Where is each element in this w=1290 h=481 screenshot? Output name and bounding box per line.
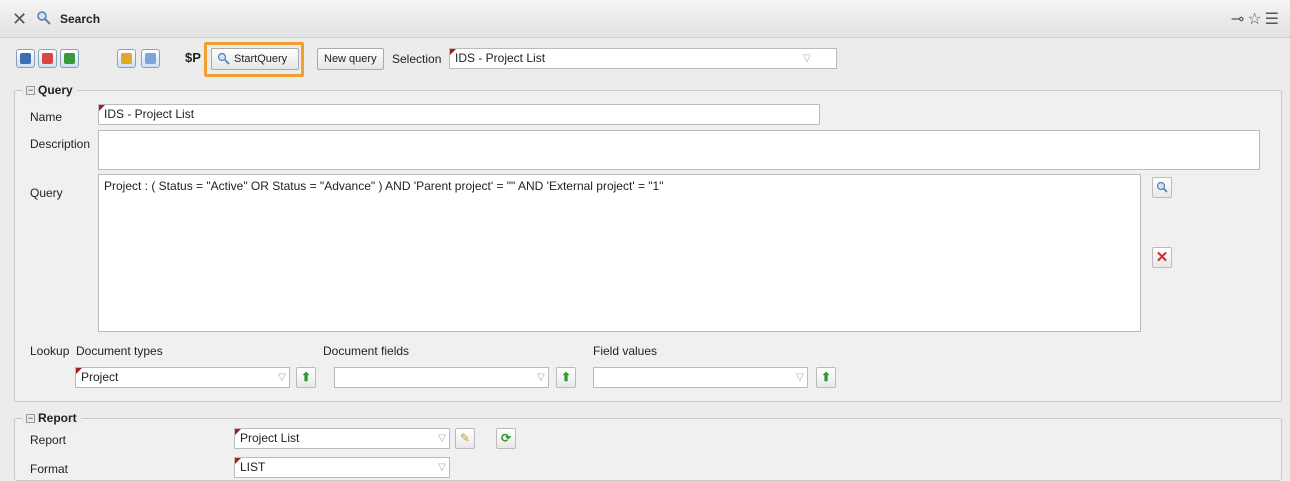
description-input[interactable] — [98, 130, 1260, 170]
report-value: Project List — [240, 431, 300, 445]
chevron-down-icon[interactable]: ▽ — [534, 368, 548, 387]
document-types-value: Project — [81, 370, 119, 384]
close-icon[interactable]: ✕ — [12, 9, 27, 30]
search-icon — [217, 52, 231, 73]
selection-dropdown[interactable]: IDS - Project List ▽ — [449, 48, 837, 69]
chevron-down-icon[interactable]: ▽ — [793, 368, 807, 387]
selection-label: Selection — [392, 52, 442, 66]
query-label: Query — [30, 186, 63, 200]
chevron-down-icon[interactable]: ▽ — [275, 368, 289, 387]
close-icon: ✕ — [1155, 249, 1169, 266]
delete-icon[interactable] — [38, 49, 57, 68]
chevron-down-icon[interactable]: ▽ — [435, 429, 449, 448]
arrow-up-icon: ⬆ — [820, 370, 832, 384]
document-fields-label: Document fields — [323, 344, 410, 358]
name-input[interactable]: IDS - Project List — [98, 104, 820, 125]
format-label: Format — [30, 462, 69, 476]
format-dropdown[interactable]: LIST ▽ — [234, 457, 450, 478]
pin-icon[interactable]: ⊸ — [1231, 11, 1247, 28]
lookup-label: Lookup — [30, 344, 70, 358]
name-label: Name — [30, 110, 63, 124]
query-legend[interactable]: − Query — [22, 83, 77, 97]
refresh-report-button[interactable]: ⟳ — [496, 428, 516, 449]
window-actions: ⊸☆☰ — [1231, 9, 1282, 29]
save-icon[interactable] — [16, 49, 35, 68]
document-types-dropdown[interactable]: Project ▽ — [75, 367, 290, 388]
report-label: Report — [30, 433, 67, 447]
description-label: Description — [30, 137, 91, 151]
document-types-label: Document types — [76, 344, 163, 358]
query-textarea[interactable]: Project : ( Status = "Active" OR Status … — [98, 174, 1141, 332]
chevron-down-icon[interactable]: ▽ — [800, 49, 814, 68]
arrow-up-icon: ⬆ — [560, 370, 572, 384]
document-fields-dropdown[interactable]: ▽ — [334, 367, 549, 388]
report-dropdown[interactable]: Project List ▽ — [234, 428, 450, 449]
collapse-icon[interactable]: − — [26, 414, 35, 424]
document-fields-add-button[interactable]: ⬆ — [556, 367, 576, 388]
search-icon — [36, 10, 52, 29]
window-titlebar: ✕ Search ⊸☆☰ — [0, 0, 1290, 38]
start-query-button[interactable]: StartQuery — [211, 48, 299, 70]
search-icon — [1156, 181, 1168, 196]
sp-button[interactable]: $P — [185, 50, 201, 65]
document-types-add-button[interactable]: ⬆ — [296, 367, 316, 388]
star-icon[interactable]: ☆ — [1247, 11, 1264, 28]
menu-icon[interactable]: ☰ — [1265, 11, 1282, 28]
start-query-label: StartQuery — [234, 53, 288, 65]
arrow-up-icon: ⬆ — [300, 370, 312, 384]
field-values-add-button[interactable]: ⬆ — [816, 367, 836, 388]
format-value: LIST — [240, 460, 266, 474]
refresh-icon: ⟳ — [500, 431, 512, 445]
new-query-button[interactable]: New query — [317, 48, 384, 70]
field-values-label: Field values — [593, 344, 658, 358]
collapse-icon[interactable]: − — [26, 86, 35, 96]
lock-icon[interactable] — [117, 49, 136, 68]
chevron-down-icon[interactable]: ▽ — [435, 458, 449, 477]
selection-value: IDS - Project List — [455, 51, 546, 65]
query-search-button[interactable] — [1152, 177, 1172, 198]
window-title: Search — [60, 12, 101, 26]
edit-icon: ✎ — [459, 431, 471, 445]
field-values-dropdown[interactable]: ▽ — [593, 367, 808, 388]
report-section — [14, 418, 1282, 481]
edit-report-button[interactable]: ✎ — [455, 428, 475, 449]
document-icon[interactable] — [141, 49, 160, 68]
report-legend[interactable]: − Report — [22, 411, 81, 425]
clear-query-button[interactable]: ✕ — [1152, 247, 1172, 268]
export-icon[interactable] — [60, 49, 79, 68]
